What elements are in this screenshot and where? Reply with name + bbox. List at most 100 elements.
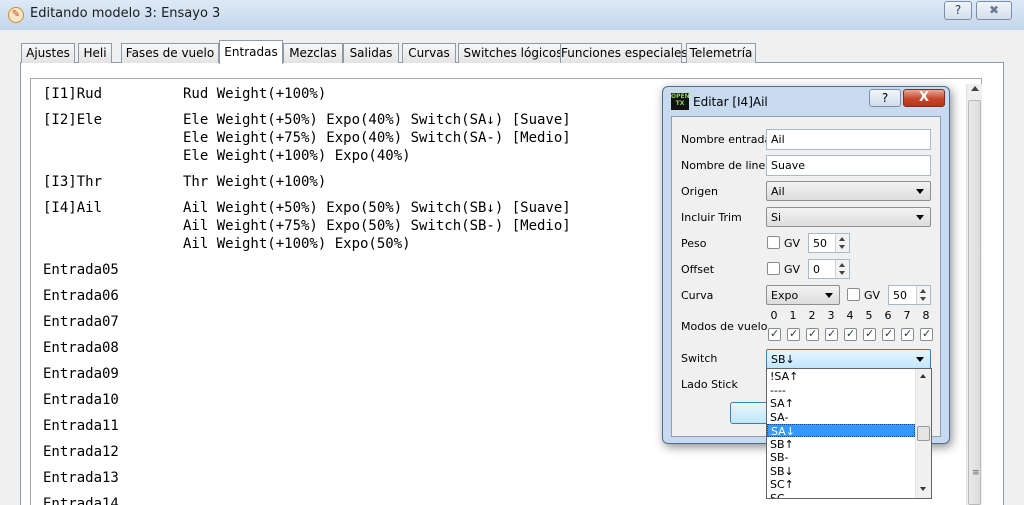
chevron-down-icon <box>916 189 924 194</box>
list-item[interactable]: Entrada05 <box>43 262 119 278</box>
spin-buttons[interactable] <box>835 260 849 278</box>
tab-9[interactable]: Funciones especiales <box>560 43 688 63</box>
flight-mode-checkbox[interactable] <box>844 327 857 341</box>
input-name: [I4]Ail <box>43 200 103 216</box>
input-name: [I2]Ele <box>43 112 103 128</box>
input-line: Ele Weight(+100%) Expo(40%) <box>183 148 411 164</box>
tab-3[interactable]: Fases de vuelo <box>121 43 219 63</box>
input-line: Thr Weight(+100%) <box>183 174 327 190</box>
switch-option[interactable]: SB↑ <box>767 438 918 451</box>
tab-10[interactable]: Telemetría <box>686 43 756 63</box>
title-bar: ✎ Editando modelo 3: Ensayo 3 ? ✖ <box>0 0 1024 30</box>
help-button[interactable]: ? <box>944 1 972 20</box>
dialog-close-button[interactable]: X <box>903 89 945 107</box>
offset-label: Offset <box>681 263 715 276</box>
flight-mode-number: 7 <box>903 309 911 322</box>
close-button[interactable]: ✖ <box>976 1 1012 20</box>
switch-option[interactable]: SC↑ <box>767 478 918 491</box>
list-item[interactable]: Entrada11 <box>43 418 119 434</box>
peso-spinbox[interactable]: 50 <box>808 233 850 253</box>
list-item[interactable]: Entrada12 <box>43 444 119 460</box>
list-item[interactable]: Entrada07 <box>43 314 119 330</box>
peso-label: Peso <box>681 237 707 250</box>
scroll-up-arrow-icon[interactable] <box>971 86 979 91</box>
tab-1[interactable]: Ajustes <box>21 43 75 63</box>
flight-mode-checkbox[interactable] <box>863 327 876 341</box>
input-line: Ele Weight(+75%) Expo(40%) Switch(SA-) [… <box>183 130 571 146</box>
switch-option[interactable]: SA↓ <box>767 424 915 438</box>
curva-gv-label: GV <box>864 289 881 302</box>
spin-buttons[interactable] <box>835 234 849 252</box>
tab-5[interactable]: Mezclas <box>283 43 343 63</box>
list-scrollbar[interactable]: ≡ <box>966 84 982 505</box>
switch-option[interactable]: SA↑ <box>767 397 918 410</box>
curva-spinbox[interactable]: 50 <box>888 285 931 305</box>
opentx-logo-icon: OPEN TX <box>671 93 690 110</box>
switch-option[interactable]: SB- <box>767 451 918 464</box>
curva-value-number: 50 <box>893 289 907 302</box>
switch-option[interactable]: SB↓ <box>767 465 918 478</box>
origen-label: Origen <box>681 185 718 198</box>
curva-label: Curva <box>681 289 714 302</box>
offset-gv-label: GV <box>784 263 801 276</box>
spin-up-icon[interactable] <box>920 289 926 293</box>
curva-gv-checkbox[interactable] <box>847 288 860 301</box>
curva-select[interactable]: Expo <box>766 285 840 305</box>
chevron-down-icon <box>916 215 924 220</box>
dropdown-scrollbar[interactable] <box>915 369 931 498</box>
switch-option[interactable]: !SA↑ <box>767 370 918 383</box>
offset-value: 0 <box>813 263 820 276</box>
input-line: Rud Weight(+100%) <box>183 86 327 102</box>
list-item[interactable]: Entrada06 <box>43 288 119 304</box>
list-item[interactable]: Entrada13 <box>43 470 119 486</box>
spin-down-icon[interactable] <box>920 297 926 301</box>
tab-2[interactable]: Heli <box>78 43 112 63</box>
scroll-thumb[interactable] <box>968 100 981 505</box>
spin-up-icon[interactable] <box>839 263 845 267</box>
incluir-trim-select[interactable]: Si <box>766 207 931 227</box>
peso-gv-checkbox[interactable] <box>767 236 780 249</box>
list-item[interactable]: Entrada09 <box>43 366 119 382</box>
spin-buttons[interactable] <box>916 286 930 304</box>
list-item[interactable]: Entrada14 <box>43 496 119 505</box>
spin-down-icon[interactable] <box>839 271 845 275</box>
flight-mode-number: 2 <box>808 309 816 322</box>
dialog-help-button[interactable]: ? <box>869 89 901 107</box>
list-item[interactable]: Entrada10 <box>43 392 119 408</box>
app-logo-icon: ✎ <box>8 7 24 23</box>
curva-value: Expo <box>771 289 799 302</box>
switch-option[interactable]: SC- <box>767 492 918 499</box>
switch-select[interactable]: SB↓ <box>766 349 931 369</box>
switch-dropdown-list[interactable]: !SA↑ ---- SA↑ SA- SA↓ SB↑ SB- SB↓ SC↑ SC- <box>766 368 932 499</box>
flight-mode-checkbox[interactable] <box>787 327 800 341</box>
switch-value: SB↓ <box>771 353 795 366</box>
flight-mode-checkbox[interactable] <box>806 327 819 341</box>
tab-4[interactable]: Entradas <box>219 40 283 64</box>
flight-mode-checkbox[interactable] <box>901 327 914 341</box>
flight-mode-number: 1 <box>789 309 797 322</box>
tab-7[interactable]: Curvas <box>402 43 456 63</box>
offset-spinbox[interactable]: 0 <box>808 259 850 279</box>
tab-6[interactable]: Salidas <box>343 43 399 63</box>
flight-mode-number: 8 <box>922 309 930 322</box>
flight-mode-checkbox[interactable] <box>920 327 933 341</box>
switch-option[interactable]: SA- <box>767 411 918 424</box>
spin-up-icon[interactable] <box>839 237 845 241</box>
offset-gv-checkbox[interactable] <box>767 262 780 275</box>
origen-value: Ail <box>771 185 785 198</box>
switch-option[interactable]: ---- <box>767 384 918 397</box>
dropdown-scroll-thumb[interactable] <box>917 426 930 441</box>
flight-mode-checkbox[interactable] <box>882 327 895 341</box>
scroll-down-arrow-icon[interactable] <box>920 487 926 491</box>
nombre-linea-field[interactable]: Suave <box>766 155 931 176</box>
tab-8[interactable]: Switches lógicos <box>458 43 568 63</box>
nombre-entrada-field[interactable]: Ail <box>766 129 931 150</box>
switch-label: Switch <box>681 352 718 365</box>
spin-down-icon[interactable] <box>839 245 845 249</box>
list-item[interactable]: Entrada08 <box>43 340 119 356</box>
modos-vuelo-label: Modos de vuelo <box>681 320 768 333</box>
origen-select[interactable]: Ail <box>766 181 931 201</box>
scroll-up-arrow-icon[interactable] <box>920 374 926 378</box>
flight-mode-checkbox[interactable] <box>825 327 838 341</box>
flight-mode-checkbox[interactable] <box>768 327 781 341</box>
